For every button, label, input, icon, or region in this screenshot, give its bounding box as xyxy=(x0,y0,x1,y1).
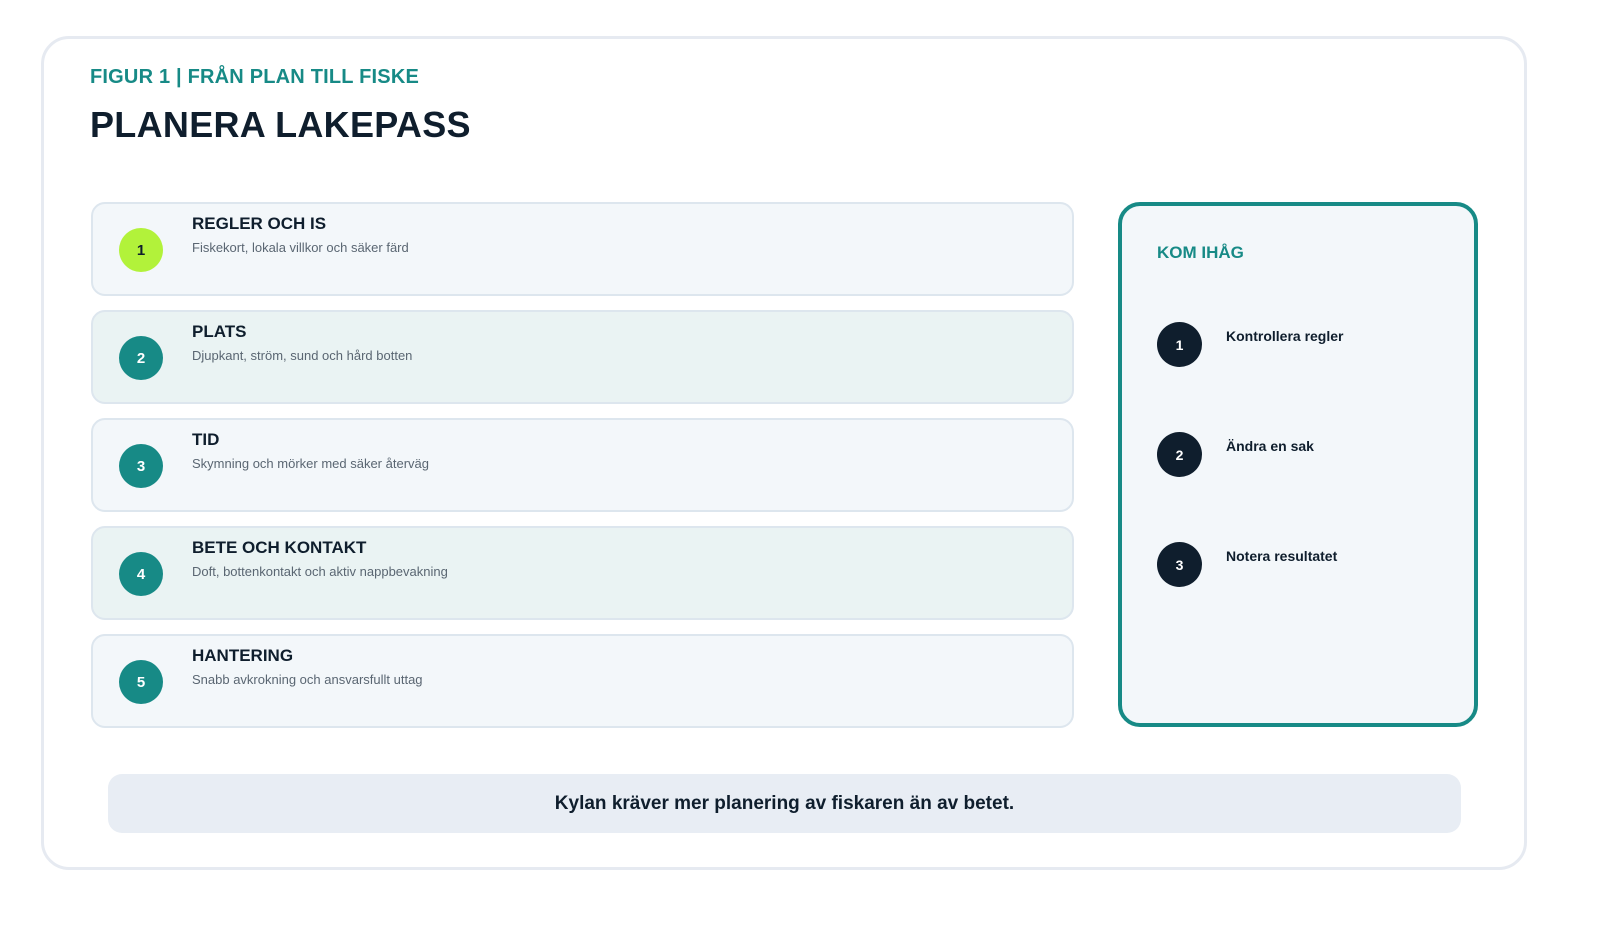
step-card-1: 1 REGLER OCH IS Fiskekort, lokala villko… xyxy=(91,202,1074,296)
step-label: TID xyxy=(192,430,220,449)
step-description: Snabb avkrokning och ansvarsfullt uttag xyxy=(192,672,423,687)
page-title: PLANERA LAKEPASS xyxy=(90,104,471,145)
step-number-badge: 4 xyxy=(119,552,163,596)
step-card-4: 4 BETE OCH KONTAKT Doft, bottenkontakt o… xyxy=(91,526,1074,620)
step-card-5: 5 HANTERING Snabb avkrokning och ansvars… xyxy=(91,634,1074,728)
remember-item-text: Kontrollera regler xyxy=(1226,328,1344,344)
step-number-badge: 1 xyxy=(119,228,163,272)
step-number-badge: 3 xyxy=(119,444,163,488)
footer-takeaway: Kylan kräver mer planering av fiskaren ä… xyxy=(108,774,1461,833)
step-description: Djupkant, ström, sund och hård botten xyxy=(192,348,413,363)
step-card-3: 3 TID Skymning och mörker med säker åter… xyxy=(91,418,1074,512)
remember-item-text: Notera resultatet xyxy=(1226,548,1338,564)
step-label: BETE OCH KONTAKT xyxy=(192,538,367,557)
figure-eyebrow: FIGUR 1 | FRÅN PLAN TILL FISKE xyxy=(90,66,420,88)
step-description: Fiskekort, lokala villkor och säker färd xyxy=(192,240,409,255)
remember-heading: KOM IHÅG xyxy=(1157,243,1244,262)
remember-number-badge: 2 xyxy=(1157,432,1202,477)
step-description: Skymning och mörker med säker återväg xyxy=(192,456,429,471)
step-label: HANTERING xyxy=(192,646,294,665)
step-card-2: 2 PLATS Djupkant, ström, sund och hård b… xyxy=(91,310,1074,404)
step-description: Doft, bottenkontakt och aktiv nappbevakn… xyxy=(192,564,448,579)
remember-item-3: 3 Notera resultatet xyxy=(1157,542,1457,588)
step-number-badge: 5 xyxy=(119,660,163,704)
remember-number-badge: 3 xyxy=(1157,542,1202,587)
step-label: REGLER OCH IS xyxy=(192,214,327,233)
step-number-badge: 2 xyxy=(119,336,163,380)
remember-number-badge: 1 xyxy=(1157,322,1202,367)
remember-item-1: 1 Kontrollera regler xyxy=(1157,322,1457,368)
remember-panel: KOM IHÅG 1 Kontrollera regler 2 Ändra en… xyxy=(1118,202,1478,727)
remember-item-text: Ändra en sak xyxy=(1226,438,1314,454)
step-label: PLATS xyxy=(192,322,247,341)
remember-item-2: 2 Ändra en sak xyxy=(1157,432,1457,478)
